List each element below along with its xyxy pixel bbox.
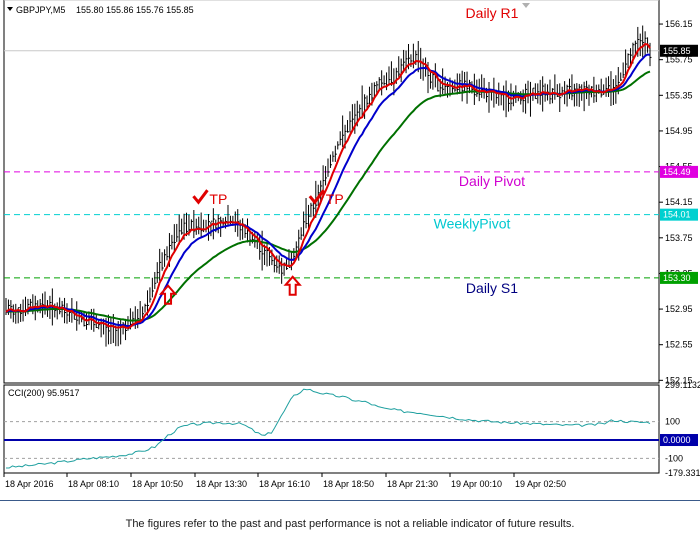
time-tick-label: 18 Apr 21:30 [387, 479, 438, 489]
time-tick-label: 18 Apr 2016 [5, 479, 54, 489]
price-tick-label: 155.35 [665, 90, 693, 100]
chart-svg: Daily R1 Daily Pivot WeeklyPivot Daily S1 T… [0, 0, 700, 500]
cci-title: CCI(200) 95.9517 [8, 388, 80, 398]
tp-label: TP [326, 191, 344, 207]
price-tick-label: 154.95 [665, 126, 693, 136]
level-label-2: WeeklyPivot [434, 216, 511, 232]
disclaimer-text: The figures refer to the past and past p… [125, 518, 575, 530]
price-tick-label: 152.55 [665, 340, 693, 350]
time-tick-label: 18 Apr 16:10 [259, 479, 310, 489]
chart-window: Daily R1 Daily Pivot WeeklyPivot Daily S1 T… [0, 0, 700, 500]
price-tick-label: 156.15 [665, 19, 693, 29]
current-price-label: 155.85 [663, 46, 691, 56]
chart-symbol: GBPJPY,M5 [16, 5, 65, 15]
price-tick-label: 153.75 [665, 233, 693, 243]
level-label-0: Daily R1 [466, 5, 519, 21]
time-tick-label: 18 Apr 08:10 [68, 479, 119, 489]
level-label-1: Daily Pivot [459, 173, 525, 189]
pivot-price-label: 154.49 [663, 167, 691, 177]
separator [0, 500, 700, 501]
weekly-pivot-price-label: 154.01 [663, 210, 691, 220]
price-tick-label: 152.95 [665, 304, 693, 314]
tp-label: TP [209, 191, 227, 207]
time-tick-label: 18 Apr 18:50 [323, 479, 374, 489]
cci-tick-label: -100 [665, 453, 683, 463]
time-tick-label: 18 Apr 13:30 [196, 479, 247, 489]
time-tick-label: 19 Apr 00:10 [451, 479, 502, 489]
cci-tick-label: 100 [665, 417, 680, 427]
chart-ohlc: 155.80 155.86 155.76 155.85 [76, 5, 194, 15]
cci-tick-label: 299.1132 [665, 380, 700, 390]
time-tick-label: 19 Apr 02:50 [515, 479, 566, 489]
time-tick-label: 18 Apr 10:50 [132, 479, 183, 489]
price-tick-label: 154.15 [665, 197, 693, 207]
s1-price-label: 153.30 [663, 273, 691, 283]
cci-zero-label: 0.0000 [663, 435, 691, 445]
level-label-3: Daily S1 [466, 280, 518, 296]
cci-tick-label: -179.3314 [665, 468, 700, 478]
